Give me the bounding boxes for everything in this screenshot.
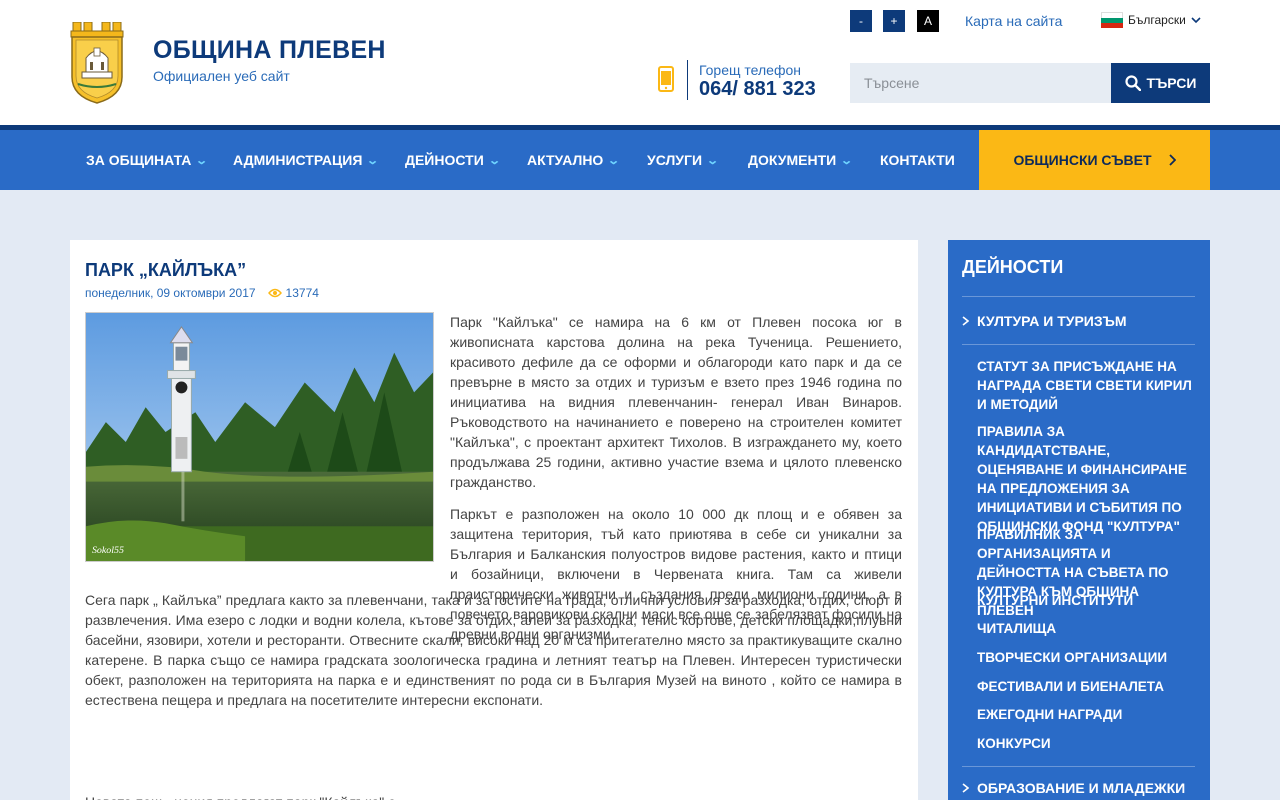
article-title: ПАРК „КАЙЛЪКА” (85, 260, 247, 280)
chevron-down-icon: ⌄ (607, 154, 621, 167)
article-card: ПАРК „КАЙЛЪКА” понеделник, 09 октомври 2… (70, 240, 918, 800)
font-decrease-button[interactable]: - (850, 10, 872, 32)
views-count: 13774 (285, 286, 319, 300)
nav-item-about[interactable]: ЗА ОБЩИНАТА ⌄ (86, 130, 209, 190)
chevron-down-icon: ⌄ (706, 154, 720, 167)
nav-item-label: АКТУАЛНО (527, 152, 604, 168)
chevron-down-icon: ⌄ (840, 154, 854, 167)
sidebar-subitem[interactable]: ЧИТАЛИЩА (977, 619, 1197, 638)
nav-item-news[interactable]: АКТУАЛНО ⌄ (527, 130, 621, 190)
article-views: 13774 (267, 286, 319, 300)
sidebar-title: ДЕЙНОСТИ (962, 257, 1064, 277)
article-meta: понеделник, 09 октомври 2017 13774 (85, 286, 319, 300)
sidebar-category-education[interactable]: ОБРАЗОВАНИЕ И МЛАДЕЖКИ (962, 780, 1185, 796)
activities-sidebar: ДЕЙНОСТИ КУЛТУРА И ТУРИЗЪМ СТАТУТ ЗА ПРИ… (948, 240, 1210, 800)
chevron-right-icon (962, 783, 969, 793)
nav-item-services[interactable]: УСЛУГИ ⌄ (647, 130, 720, 190)
municipality-coat-of-arms-logo[interactable] (70, 22, 124, 104)
sidebar-subitem[interactable]: ТВОРЧЕСКИ ОРГАНИЗАЦИИ (977, 648, 1197, 667)
sidebar-divider (962, 344, 1195, 345)
sidebar-category-label: КУЛТУРА И ТУРИЗЪМ (977, 313, 1127, 329)
nav-item-label: ЗА ОБЩИНАТА (86, 152, 192, 168)
sidebar-category-culture[interactable]: КУЛТУРА И ТУРИЗЪМ (962, 313, 1126, 329)
sidebar-subitem[interactable]: ФЕСТИВАЛИ И БИЕНАЛЕТА (977, 677, 1197, 696)
sidebar-subitem[interactable]: КУЛТУРНИ ИНСТИТУТИ (977, 591, 1197, 610)
sidebar-subitem[interactable]: КОНКУРСИ (977, 734, 1197, 753)
site-header: ОБЩИНА ПЛЕВЕН Официален уеб сайт Горещ т… (0, 0, 1280, 125)
sidebar-subitem[interactable]: СТАТУТ ЗА ПРИСЪЖДАНЕ НА НАГРАДА СВЕТИ СВ… (977, 357, 1197, 414)
chevron-down-icon: ⌄ (366, 154, 380, 167)
nav-item-documents[interactable]: ДОКУМЕНТИ ⌄ (748, 130, 854, 190)
language-label: Български (1128, 13, 1186, 27)
article-date: понеделник, 09 октомври 2017 (85, 286, 256, 300)
municipal-council-label: ОБЩИНСКИ СЪВЕТ (1013, 152, 1152, 168)
language-selector[interactable]: Български (1101, 12, 1201, 28)
article-paragraph: Парк "Кайлъка" се намира на 6 км от Плев… (450, 314, 902, 490)
chevron-down-icon: ⌄ (487, 154, 501, 167)
sidebar-subitem[interactable]: ЕЖЕГОДНИ НАГРАДИ (977, 705, 1197, 724)
nav-item-contacts[interactable]: КОНТАКТИ (880, 130, 955, 190)
photo-watermark: Sokol55 (92, 545, 124, 556)
main-navigation: ЗА ОБЩИНАТА ⌄ АДМИНИСТРАЦИЯ ⌄ ДЕЙНОСТИ ⌄… (0, 130, 1280, 190)
sidebar-category-label: ОБРАЗОВАНИЕ И МЛАДЕЖКИ (977, 780, 1186, 796)
mobile-phone-icon (658, 66, 674, 92)
article-paragraph: Новата пещ...нения предлагат парк "Кайлъ… (85, 792, 902, 800)
nav-item-label: УСЛУГИ (647, 152, 703, 168)
sidebar-divider (962, 296, 1195, 297)
municipal-council-button[interactable]: ОБЩИНСКИ СЪВЕТ (979, 130, 1210, 190)
nav-item-label: ДЕЙНОСТИ (405, 152, 484, 168)
search-input[interactable] (850, 63, 1112, 103)
chevron-right-icon (1168, 154, 1176, 166)
hotline-label: Горещ телефон (699, 62, 801, 78)
nav-item-activities[interactable]: ДЕЙНОСТИ ⌄ (405, 130, 501, 190)
bulgarian-flag-icon (1101, 12, 1123, 28)
article-paragraph: Сега парк „ Кайлъка” предлага както за п… (85, 592, 902, 708)
font-increase-button[interactable]: + (883, 10, 905, 32)
site-title[interactable]: ОБЩИНА ПЛЕВЕН (153, 36, 386, 65)
search-button-label: ТЪРСИ (1146, 75, 1197, 91)
nav-item-label: КОНТАКТИ (880, 152, 955, 168)
sitemap-link[interactable]: Карта на сайта (965, 13, 1062, 29)
chevron-down-icon (1191, 17, 1201, 24)
chevron-down-icon: ⌄ (195, 154, 209, 167)
search-icon (1124, 75, 1141, 91)
contrast-toggle-button[interactable]: A (917, 10, 939, 32)
kaylaka-park-photo[interactable]: Sokol55 (85, 312, 434, 562)
nav-item-administration[interactable]: АДМИНИСТРАЦИЯ ⌄ (233, 130, 380, 190)
phone-divider (687, 60, 688, 100)
chevron-right-icon (962, 316, 969, 326)
nav-item-label: ДОКУМЕНТИ (748, 152, 837, 168)
sidebar-subitem[interactable]: ПРАВИЛА ЗА КАНДИДАТСТВАНЕ, ОЦЕНЯВАНЕ И Ф… (977, 422, 1197, 536)
eye-icon (267, 288, 282, 298)
search-button[interactable]: ТЪРСИ (1111, 63, 1210, 103)
site-subtitle: Официален уеб сайт (153, 68, 290, 84)
hotline-number[interactable]: 064/ 881 323 (699, 78, 816, 101)
sidebar-divider (962, 766, 1195, 767)
nav-item-label: АДМИНИСТРАЦИЯ (233, 152, 363, 168)
